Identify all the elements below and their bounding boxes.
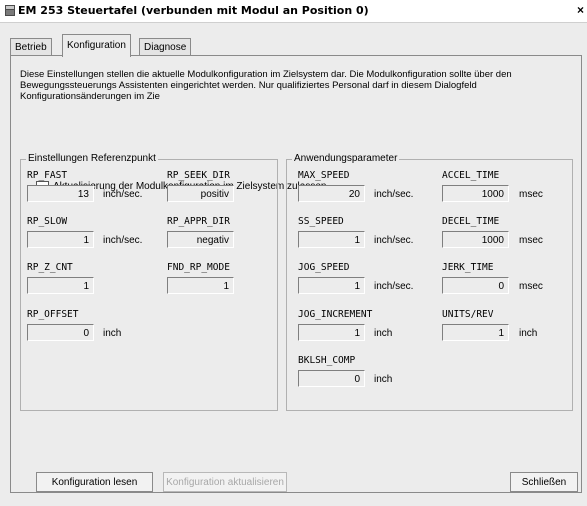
jog-increment-label: JOG_INCREMENT	[298, 309, 373, 320]
jog-increment-unit: inch	[374, 328, 393, 339]
tab-diagnose[interactable]: Diagnose	[139, 38, 192, 56]
rp-offset-field[interactable]: 0	[27, 324, 94, 341]
rp-seek-dir-label: RP_SEEK_DIR	[167, 170, 230, 181]
rp-fast-field[interactable]: 13	[27, 185, 94, 202]
rp-z-cnt-field[interactable]: 1	[27, 277, 94, 294]
fnd-rp-mode-field[interactable]: 1	[167, 277, 234, 294]
title-bar[interactable]: EM 253 Steuertafel (verbunden mit Modul …	[0, 0, 587, 23]
bklsh-comp-label: BKLSH_COMP	[298, 355, 356, 366]
rp-z-cnt-label: RP_Z_CNT	[27, 262, 73, 273]
jog-increment-field[interactable]: 1	[298, 324, 365, 341]
decel-time-label: DECEL_TIME	[442, 216, 500, 227]
units-rev-unit: inch	[519, 328, 538, 339]
ss-speed-label: SS_SPEED	[298, 216, 344, 227]
accel-time-label: ACCEL_TIME	[442, 170, 500, 181]
group-title: Anwendungsparameter	[292, 153, 400, 164]
max-speed-unit: inch/sec.	[374, 189, 414, 200]
dialog-window: EM 253 Steuertafel (verbunden mit Modul …	[0, 0, 587, 506]
decel-time-unit: msec	[519, 235, 543, 246]
jog-speed-label: JOG_SPEED	[298, 262, 350, 273]
rp-fast-label: RP_FAST	[27, 170, 68, 181]
rp-fast-unit: inch/sec.	[103, 189, 143, 200]
app-icon	[5, 5, 15, 16]
decel-time-field[interactable]: 1000	[442, 231, 509, 248]
read-config-button[interactable]: Konfiguration lesen	[36, 472, 153, 492]
accel-time-field[interactable]: 1000	[442, 185, 509, 202]
close-button[interactable]: Schließen	[510, 472, 578, 492]
group-title: Einstellungen Referenzpunkt	[26, 153, 158, 164]
tab-betrieb[interactable]: Betrieb	[10, 38, 52, 56]
jerk-time-label: JERK_TIME	[442, 262, 494, 273]
bklsh-comp-field[interactable]: 0	[298, 370, 365, 387]
reference-point-group: Einstellungen Referenzpunkt RP_FAST 13 i…	[20, 153, 278, 411]
jog-speed-unit: inch/sec.	[374, 281, 414, 292]
ss-speed-field[interactable]: 1	[298, 231, 365, 248]
accel-time-unit: msec	[519, 189, 543, 200]
rp-seek-dir-field[interactable]: positiv	[167, 185, 234, 202]
fnd-rp-mode-label: FND_RP_MODE	[167, 262, 230, 273]
rp-offset-label: RP_OFFSET	[27, 309, 79, 320]
max-speed-field[interactable]: 20	[298, 185, 365, 202]
bklsh-comp-unit: inch	[374, 374, 393, 385]
application-params-group: Anwendungsparameter MAX_SPEED 20 inch/se…	[286, 153, 573, 411]
rp-slow-field[interactable]: 1	[27, 231, 94, 248]
rp-offset-unit: inch	[103, 328, 122, 339]
update-config-button[interactable]: Konfiguration aktualisieren	[163, 472, 287, 492]
jerk-time-unit: msec	[519, 281, 543, 292]
rp-slow-unit: inch/sec.	[103, 235, 143, 246]
rp-appr-dir-label: RP_APPR_DIR	[167, 216, 230, 227]
close-icon[interactable]: ×	[577, 3, 584, 17]
jerk-time-field[interactable]: 0	[442, 277, 509, 294]
rp-slow-label: RP_SLOW	[27, 216, 68, 227]
rp-appr-dir-field[interactable]: negativ	[167, 231, 234, 248]
config-panel: Diese Einstellungen stellen die aktuelle…	[10, 55, 582, 493]
ss-speed-unit: inch/sec.	[374, 235, 414, 246]
max-speed-label: MAX_SPEED	[298, 170, 350, 181]
units-rev-field[interactable]: 1	[442, 324, 509, 341]
jog-speed-field[interactable]: 1	[298, 277, 365, 294]
tab-konfiguration[interactable]: Konfiguration	[62, 34, 131, 57]
description-text: Diese Einstellungen stellen die aktuelle…	[20, 69, 512, 102]
units-rev-label: UNITS/REV	[442, 309, 494, 320]
window-title: EM 253 Steuertafel (verbunden mit Modul …	[18, 4, 369, 17]
